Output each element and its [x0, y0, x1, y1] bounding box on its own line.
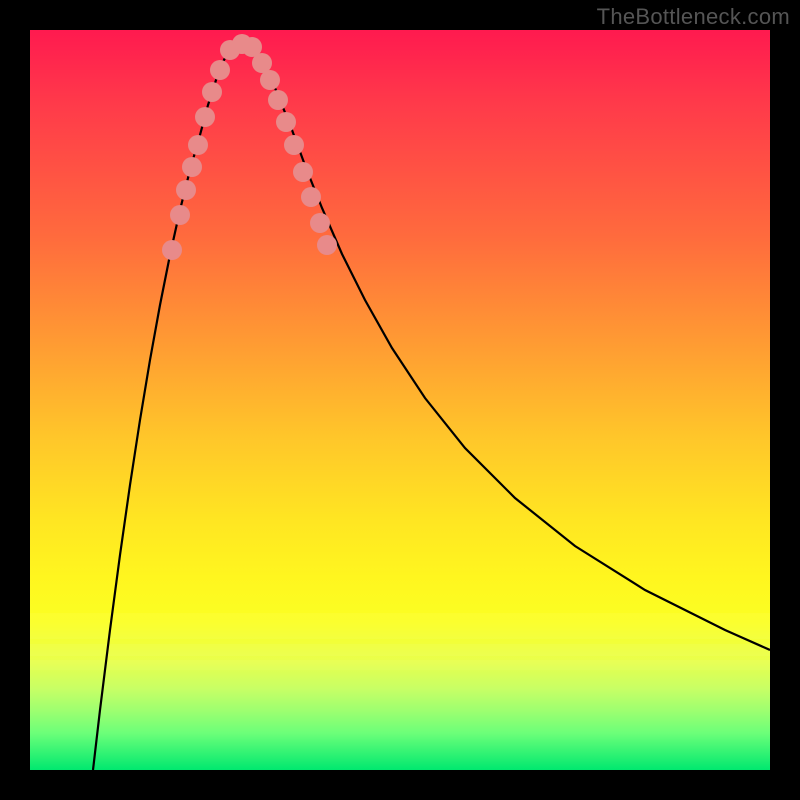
marker-dot	[176, 180, 196, 200]
marker-dot	[195, 107, 215, 127]
marker-dot	[188, 135, 208, 155]
marker-dot	[276, 112, 296, 132]
marker-dot	[301, 187, 321, 207]
curve-left-curve	[93, 48, 230, 770]
marker-dot	[210, 60, 230, 80]
marker-dot	[162, 240, 182, 260]
marker-dot	[252, 53, 272, 73]
watermark-text: TheBottleneck.com	[597, 4, 790, 30]
marker-dot	[293, 162, 313, 182]
marker-dot	[170, 205, 190, 225]
marker-dot	[260, 70, 280, 90]
curve-right-curve	[255, 48, 770, 650]
marker-dot	[284, 135, 304, 155]
marker-dot	[182, 157, 202, 177]
marker-dot	[317, 235, 337, 255]
marker-dot	[202, 82, 222, 102]
marker-dot	[310, 213, 330, 233]
marker-group	[162, 34, 337, 260]
chart-plot-area	[30, 30, 770, 770]
marker-dot	[268, 90, 288, 110]
chart-svg	[30, 30, 770, 770]
